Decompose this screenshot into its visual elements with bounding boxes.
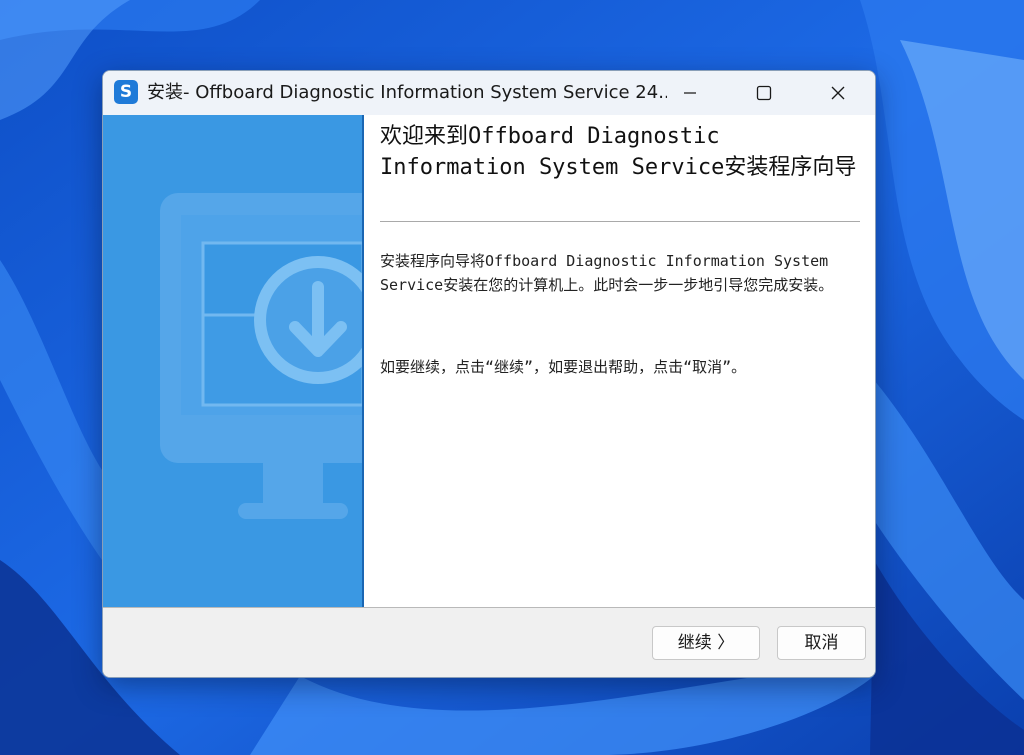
button-bar: 继续 〉 取消 xyxy=(103,607,875,677)
description-text: 安装程序向导将Offboard Diagnostic Information S… xyxy=(380,252,834,294)
window-title: 安装- Offboard Diagnostic Information Syst… xyxy=(147,82,667,103)
minimize-button[interactable] xyxy=(653,71,727,115)
instruction-text: 如要继续，点击“继续”，如要退出帮助，点击“取消”。 xyxy=(380,358,747,376)
next-button[interactable]: 继续 〉 xyxy=(652,626,760,660)
side-banner xyxy=(103,115,362,607)
monitor-download-icon xyxy=(160,193,362,519)
heading-divider xyxy=(380,221,860,222)
cancel-button[interactable]: 取消 xyxy=(777,626,866,660)
welcome-heading: 欢迎来到Offboard Diagnostic Information Syst… xyxy=(380,124,857,180)
installer-app-icon: S xyxy=(114,80,138,104)
welcome-content: 欢迎来到Offboard Diagnostic Information Syst… xyxy=(364,115,875,607)
app-icon-letter: S xyxy=(119,82,133,102)
close-button[interactable] xyxy=(801,71,875,115)
close-icon xyxy=(831,86,845,100)
maximize-button[interactable] xyxy=(727,71,801,115)
title-bar[interactable]: S 安装- Offboard Diagnostic Information Sy… xyxy=(103,71,875,115)
minimize-icon xyxy=(684,92,696,94)
maximize-icon xyxy=(756,85,772,101)
installer-window: S 安装- Offboard Diagnostic Information Sy… xyxy=(102,70,876,678)
